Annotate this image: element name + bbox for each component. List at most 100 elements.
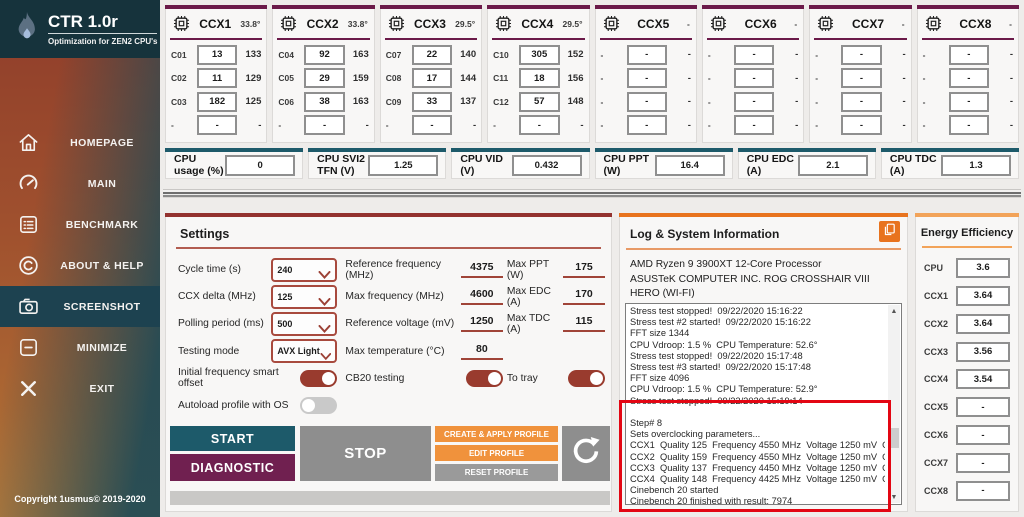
energy-rows: CPU 3.6 CCX1 3.64 CCX2 3.64 CCX3 3.56 CCX4 3.54 CC… xyxy=(924,254,1010,505)
diagnostic-button[interactable]: DIAGNOSTIC xyxy=(170,454,295,481)
copy-log-icon xyxy=(882,222,897,242)
scroll-up-icon[interactable]: ▲ xyxy=(888,305,900,317)
core-secondary-value: - xyxy=(795,49,799,61)
sidebar-item-benchmark[interactable]: BENCHMARK xyxy=(0,204,160,245)
dropdown-value: 125 xyxy=(277,291,293,302)
log-line: CCX3 Quality 137 Frequency 4450 MHz Volt… xyxy=(630,462,885,473)
log-line: FFT size 4096 xyxy=(630,373,690,384)
ccx-temperature: 29.5° xyxy=(455,18,476,29)
core-value: 11 xyxy=(212,72,223,84)
core-secondary-value: - xyxy=(687,119,691,131)
scrollbar-thumb[interactable] xyxy=(889,427,899,448)
copyright-icon xyxy=(17,254,40,277)
core-value: - xyxy=(967,72,971,84)
log-scrollbar[interactable]: ▲ ▼ xyxy=(888,305,900,503)
log-textbox[interactable]: Stress test stopped! 09/22/2020 15:16:22… xyxy=(625,303,902,505)
main-area: CCX1 33.8° C01 13 133 C02 11 129 C03 182 125- - - CCX… xyxy=(160,0,1024,517)
energy-value: - xyxy=(981,401,985,413)
reset-profile-button[interactable]: RESET PROFILE xyxy=(435,464,558,481)
stat-value: 16.4 xyxy=(680,159,699,171)
reference-voltage-mv-field[interactable]: 1250 xyxy=(460,315,503,333)
create-apply-profile-button[interactable]: CREATE & APPLY PROFILE xyxy=(435,426,558,442)
log-export-button[interactable] xyxy=(879,221,900,242)
energy-value-box: 3.56 xyxy=(956,341,1010,362)
sidebar-item-about-help[interactable]: ABOUT & HELP xyxy=(0,245,160,286)
max-frequency-mhz-field[interactable]: 4600 xyxy=(460,288,503,306)
sidebar-item-exit[interactable]: EXIT xyxy=(0,368,160,409)
max-tdc-a-field[interactable]: 115 xyxy=(563,315,605,333)
stat-label: CPU EDC (A) xyxy=(746,153,794,177)
max-temperature-c-field[interactable]: 80 xyxy=(460,343,503,360)
core-value: - xyxy=(967,119,971,131)
max-ppt-w-field[interactable]: 175 xyxy=(563,261,605,279)
scroll-down-icon[interactable]: ▼ xyxy=(888,491,900,503)
core-value: 182 xyxy=(209,96,226,108)
core-label: C09 xyxy=(385,96,402,107)
polling-period-ms-dropdown[interactable]: 500 xyxy=(271,311,338,336)
log-line: Step# 8 xyxy=(630,418,663,429)
core-value-box: - xyxy=(304,115,345,136)
core-value: - xyxy=(752,119,756,131)
ccx-core-row: --- xyxy=(708,44,799,65)
core-secondary-value: - xyxy=(902,49,906,61)
cycle-time-s-dropdown[interactable]: 240 xyxy=(271,257,338,282)
reference-frequency-mhz-field[interactable]: 4375 xyxy=(460,261,503,279)
core-secondary-value: 156 xyxy=(567,72,584,84)
edit-profile-button[interactable]: EDIT PROFILE xyxy=(435,445,558,461)
ccx-core-row: --- xyxy=(923,44,1013,65)
max-edc-a-field[interactable]: 170 xyxy=(563,288,605,306)
core-secondary-value: 144 xyxy=(460,72,477,84)
initial-frequency-smart-offset-toggle[interactable] xyxy=(300,369,338,387)
core-value-box: 17 xyxy=(411,68,453,89)
energy-value: - xyxy=(981,457,985,469)
start-button[interactable]: START xyxy=(170,426,295,451)
settings-title: Settings xyxy=(180,227,230,241)
energy-value-box: 3.64 xyxy=(956,313,1010,334)
core-secondary-value: 163 xyxy=(352,96,369,108)
stop-button[interactable]: STOP xyxy=(300,426,431,481)
energy-label: CCX5 xyxy=(924,402,949,413)
ccx-core-row: C01 13 133 xyxy=(171,44,261,65)
stat-value-box: 2.1 xyxy=(797,154,868,176)
energy-title-rule xyxy=(922,246,1012,248)
stat-accent-bar xyxy=(880,148,1020,152)
app-title: CTR 1.0r xyxy=(48,12,118,31)
setting-label: CCX delta (MHz) xyxy=(178,291,256,303)
cb20-testing-toggle[interactable] xyxy=(465,369,503,387)
core-value-box: 57 xyxy=(519,91,560,112)
core-secondary-value: - xyxy=(365,119,369,131)
stat-cpu-ppt-w: CPU PPT (W) 16.4 xyxy=(594,148,733,179)
autoload-profile-with-os-toggle[interactable] xyxy=(300,397,338,415)
testing-mode-dropdown[interactable]: AVX Light xyxy=(271,339,338,364)
ccx-core-row: --- xyxy=(923,115,1013,136)
sidebar-item-screenshot[interactable]: SCREENSHOT xyxy=(0,286,160,327)
stat-cpu-edc-a: CPU EDC (A) 2.1 xyxy=(737,148,876,179)
core-value: 17 xyxy=(426,72,438,84)
core-label: - xyxy=(707,96,711,107)
to-tray-toggle[interactable] xyxy=(568,369,605,387)
sidebar-item-homepage[interactable]: HOMEPAGE xyxy=(0,122,160,163)
stat-value-box: 16.4 xyxy=(654,154,725,176)
sidebar-item-minimize[interactable]: MINIMIZE xyxy=(0,327,160,368)
settings-row: Testing mode AVX Light xyxy=(178,338,338,365)
energy-row-ccx8: CCX8 - xyxy=(924,480,1010,501)
core-value-box: - xyxy=(841,115,882,136)
core-secondary-value: - xyxy=(795,72,799,84)
core-value: - xyxy=(859,96,864,108)
ccx-core-row: --- xyxy=(815,91,906,112)
ccx-header: CCX2 33.8° xyxy=(273,9,373,38)
sidebar-item-label: SCREENSHOT xyxy=(63,300,141,313)
setting-label: Autoload profile with OS xyxy=(178,400,289,412)
ccx-delta-mhz-dropdown[interactable]: 125 xyxy=(271,284,338,309)
dropdown-value: 240 xyxy=(277,264,293,275)
sidebar-item-main[interactable]: MAIN xyxy=(0,163,160,204)
core-value-box: - xyxy=(411,115,453,136)
log-line: CPU Vdroop: 1.5 % CPU Temperature: 52.6° xyxy=(630,339,818,350)
ccx-core-row: C04 92 163 xyxy=(278,44,369,65)
core-value: - xyxy=(322,119,327,131)
refresh-button[interactable] xyxy=(562,426,610,481)
refresh-icon xyxy=(570,435,602,472)
core-secondary-value: - xyxy=(687,49,691,61)
progress-bar xyxy=(170,491,610,505)
